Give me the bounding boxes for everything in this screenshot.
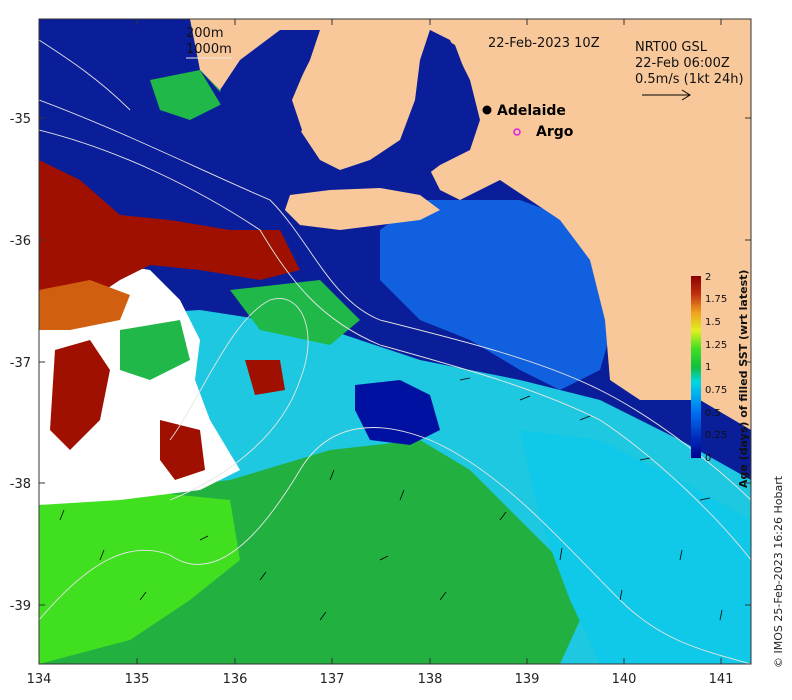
argo-label: Argo [536,124,574,140]
sst-age-map: Adelaide Argo 200m 1000m 22-Feb-2023 10Z… [10,18,785,687]
x-tick-label: 141 [709,672,734,687]
x-tick-label: 138 [418,672,443,687]
adelaide-marker [482,105,492,115]
current-scale-label: 0.5m/s (1kt 24h) [635,72,744,87]
current-time-label: 22-Feb 06:00Z [635,56,730,71]
colorbar-tick: 1.75 [705,294,727,305]
y-tick-label: -38 [10,477,31,492]
colorbar-tick: 0.75 [705,385,727,396]
colorbar-title: Age (days) of filled SST (wrt latest) [737,270,750,488]
colorbar-tick: 1 [705,362,711,373]
x-tick-label: 135 [125,672,150,687]
x-tick-label: 137 [320,672,345,687]
x-tick-label: 134 [27,672,52,687]
date-label: 22-Feb-2023 10Z [488,36,600,51]
colorbar-tick: 0.5 [705,408,721,419]
colorbar-tick: 0.25 [705,430,727,441]
current-model-label: NRT00 GSL [635,40,708,55]
contour-legend-200m: 200m [186,26,223,41]
x-tick-label: 140 [612,672,637,687]
colorbar-tick: 2 [705,272,711,283]
colorbar-tick: 1.25 [705,340,727,351]
y-tick-label: -39 [10,599,31,614]
map-plot-area: Adelaide Argo 200m 1000m 22-Feb-2023 10Z… [39,19,751,664]
colorbar-tick: 0 [705,453,711,464]
adelaide-label: Adelaide [497,103,566,119]
y-tick-label: -36 [10,234,31,249]
contour-legend-1000m: 1000m [186,42,232,57]
y-tick-label: -35 [10,112,31,127]
colorbar-tick: 1.5 [705,317,721,328]
y-tick-label: -37 [10,356,31,371]
imos-credit: © IMOS 25-Feb-2023 16:26 Hobart [772,475,785,668]
x-tick-label: 139 [515,672,540,687]
colorbar [691,276,701,458]
x-tick-label: 136 [223,672,248,687]
